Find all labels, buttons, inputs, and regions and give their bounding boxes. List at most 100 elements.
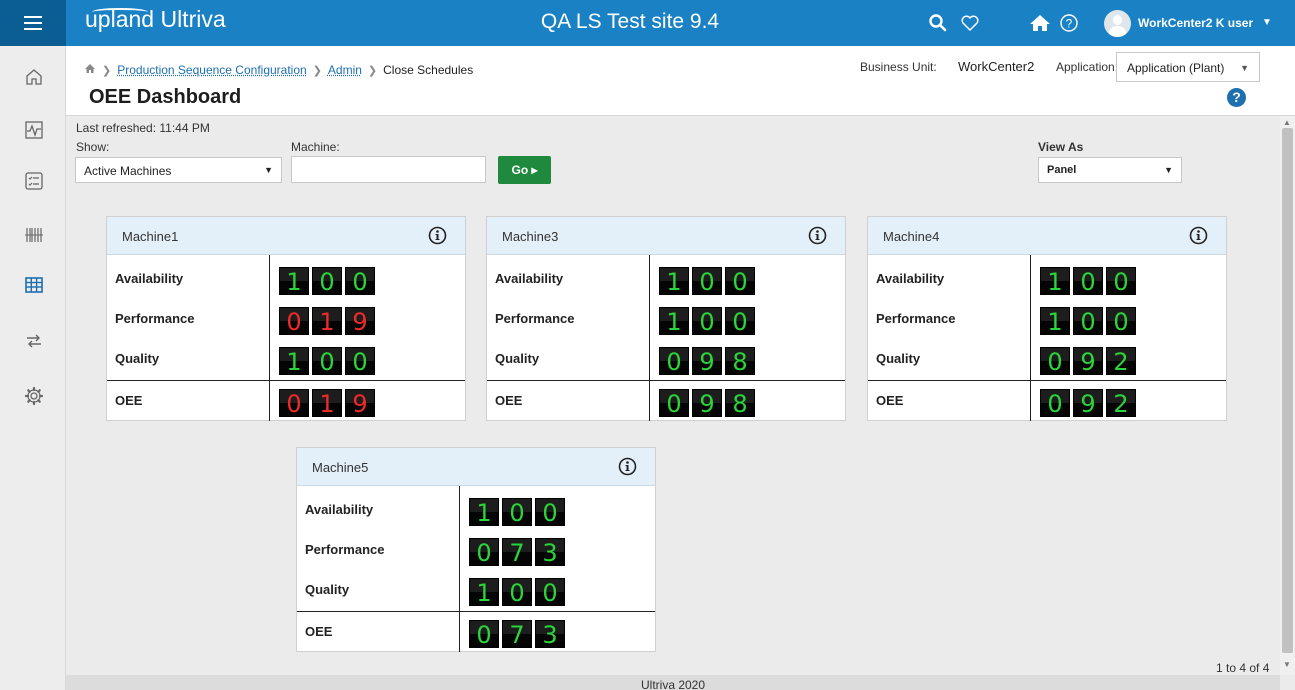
- metric-digit: 9: [345, 389, 375, 417]
- main-content: Last refreshed: 11:44 PM Show: Active Ma…: [66, 116, 1280, 675]
- vertical-scrollbar[interactable]: ▲ ▼: [1280, 116, 1295, 675]
- info-icon[interactable]: [1189, 226, 1208, 245]
- metric-digit: 0: [345, 347, 375, 375]
- scroll-down-icon[interactable]: ▼: [1283, 660, 1291, 669]
- metric-value-display: 073: [469, 620, 565, 648]
- metric-digit: 9: [1073, 347, 1103, 375]
- metric-digit: 9: [345, 307, 375, 335]
- metric-digit: 1: [1040, 307, 1070, 335]
- metric-digit: 0: [312, 347, 342, 375]
- application-select[interactable]: Application (Plant) ▼: [1116, 52, 1260, 82]
- metric-label: Availability: [876, 271, 944, 286]
- metric-row-oee: OEE 0 9 2: [868, 380, 1226, 420]
- metric-digit: 7: [502, 620, 532, 648]
- metric-label: Performance: [305, 542, 384, 557]
- info-icon[interactable]: [428, 226, 447, 245]
- metric-row-performance: Performance 1 0 0: [487, 298, 845, 338]
- machine-label: Machine:: [291, 140, 340, 154]
- go-button[interactable]: Go ▸: [498, 156, 551, 184]
- panel-header: Machine1: [107, 217, 465, 255]
- metric-label: Performance: [876, 311, 955, 326]
- metric-digit: 0: [1073, 267, 1103, 295]
- help-circle-icon[interactable]: ?: [1057, 11, 1081, 35]
- metric-label: Performance: [495, 311, 574, 326]
- business-unit-label: Business Unit:: [860, 60, 937, 74]
- machine-name: Machine4: [883, 229, 939, 244]
- metric-value-display: 100: [469, 578, 565, 606]
- metric-value-display: 100: [279, 347, 375, 375]
- metric-label: Availability: [115, 271, 183, 286]
- metric-value-display: 098: [659, 389, 755, 417]
- show-select[interactable]: Active Machines ▼: [75, 157, 282, 183]
- metric-row-oee: OEE 0 7 3: [297, 611, 655, 651]
- metric-value-display: 100: [1040, 267, 1136, 295]
- last-refreshed: Last refreshed: 11:44 PM: [76, 121, 210, 135]
- metric-row-performance: Performance 0 1 9: [107, 298, 465, 338]
- site-title: QA LS Test site 9.4: [500, 10, 760, 34]
- metric-digit: 0: [469, 538, 499, 566]
- sidebar-home-icon[interactable]: [23, 66, 45, 88]
- metric-digit: 2: [1106, 389, 1136, 417]
- metric-digit: 1: [279, 267, 309, 295]
- gear-icon[interactable]: [23, 385, 45, 407]
- scroll-up-icon[interactable]: ▲: [1283, 118, 1291, 127]
- barcode-icon[interactable]: [23, 224, 45, 246]
- metric-value-display: 098: [659, 347, 755, 375]
- view-as-select[interactable]: Panel ▼: [1038, 157, 1182, 183]
- metric-digit: 0: [502, 498, 532, 526]
- metric-label: Quality: [305, 582, 349, 597]
- metric-label: Quality: [876, 351, 920, 366]
- metric-digit: 0: [692, 267, 722, 295]
- chevron-down-icon: ▼: [264, 165, 273, 175]
- application-label: Application:: [1056, 60, 1118, 74]
- panel-header: Machine5: [297, 448, 655, 486]
- metric-digit: 0: [1073, 307, 1103, 335]
- metric-digit: 1: [1040, 267, 1070, 295]
- metric-digit: 8: [725, 347, 755, 375]
- metric-digit: 0: [535, 578, 565, 606]
- info-icon[interactable]: [618, 457, 637, 476]
- metric-digit: 3: [535, 538, 565, 566]
- metric-digit: 0: [692, 307, 722, 335]
- machine-input[interactable]: [291, 156, 486, 183]
- metric-digit: 1: [312, 389, 342, 417]
- info-icon[interactable]: [808, 226, 827, 245]
- metric-value-display: 100: [659, 307, 755, 335]
- breadcrumb-admin[interactable]: Admin: [328, 63, 362, 77]
- help-button[interactable]: ?: [1227, 88, 1246, 107]
- view-as-label: View As: [1038, 140, 1083, 154]
- transfer-icon[interactable]: [23, 330, 45, 352]
- checklist-icon[interactable]: [23, 170, 45, 192]
- metric-label: OEE: [495, 393, 522, 408]
- machine-panel: Machine5 Availability 1 0 0 Performance 0 7 3 Qua…: [296, 447, 656, 652]
- chevron-down-icon: ▼: [1240, 63, 1249, 73]
- avatar[interactable]: [1104, 10, 1131, 37]
- metric-label: OEE: [876, 393, 903, 408]
- panel-header: Machine4: [868, 217, 1226, 255]
- metric-label: Performance: [115, 311, 194, 326]
- machine-name: Machine5: [312, 460, 368, 475]
- user-name[interactable]: WorkCenter2 K user: [1138, 16, 1253, 30]
- metric-digit: 0: [1106, 307, 1136, 335]
- metric-label: Quality: [495, 351, 539, 366]
- heart-icon[interactable]: [958, 11, 982, 35]
- home-icon[interactable]: [1028, 11, 1052, 35]
- metric-value-display: 092: [1040, 389, 1136, 417]
- breadcrumb-home-icon[interactable]: [84, 63, 96, 77]
- search-icon[interactable]: [926, 11, 950, 35]
- scroll-thumb[interactable]: [1282, 128, 1293, 653]
- metric-digit: 0: [469, 620, 499, 648]
- breadcrumb-production-sequence[interactable]: Production Sequence Configuration: [117, 63, 306, 77]
- left-sidebar: [0, 46, 66, 690]
- metric-label: Availability: [495, 271, 563, 286]
- metric-digit: 0: [1106, 267, 1136, 295]
- metric-digit: 1: [469, 578, 499, 606]
- user-menu-caret[interactable]: ▼: [1262, 17, 1272, 28]
- chevron-down-icon: ▼: [1164, 165, 1173, 175]
- grid-icon[interactable]: [23, 274, 45, 296]
- app-logo[interactable]: upland Ultriva: [85, 6, 226, 33]
- hamburger-menu-button[interactable]: [0, 0, 66, 46]
- metric-digit: 0: [279, 389, 309, 417]
- metric-label: Quality: [115, 351, 159, 366]
- activity-icon[interactable]: [23, 119, 45, 141]
